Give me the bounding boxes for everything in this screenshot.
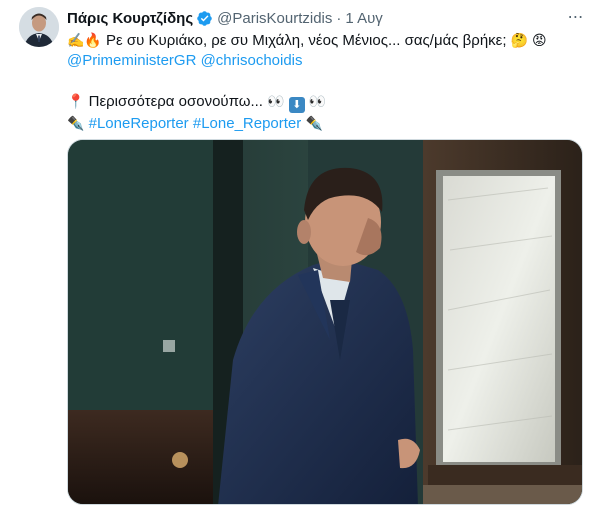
tweet-line-more: 📍 Περισσότερα οσονούπω... 👀 ⬇ 👀 xyxy=(67,91,597,113)
mention-primeminister[interactable]: @PrimeministerGR xyxy=(67,52,196,69)
tweet-line-mentions: @PrimeministerGR @chrisochoidis xyxy=(67,51,597,71)
eyes-emoji-1: 👀 xyxy=(267,93,285,109)
tweet-text: ✍️🔥 Ρε συ Κυριάκο, ρε συ Μιχάλη, νέος Μέ… xyxy=(67,30,597,134)
line-spacer xyxy=(67,71,597,91)
more-soon-text: Περισσότερα οσονούπω... xyxy=(88,93,263,110)
tweet-date[interactable]: 1 Αυγ xyxy=(345,10,382,27)
tweet-header: Πάρις Κουρτζίδης @ParisKourtzidis · 1 Αυ… xyxy=(67,8,383,28)
writing-fire-emoji: ✍️🔥 xyxy=(67,32,102,48)
hashtag-lone-reporter[interactable]: #Lone_Reporter xyxy=(193,115,301,132)
verified-badge-icon xyxy=(196,10,213,27)
hashtag-lonereporter[interactable]: #LoneReporter xyxy=(89,115,189,132)
more-options-icon[interactable]: ⋯ xyxy=(565,6,587,28)
tweet-media-photo[interactable] xyxy=(67,139,583,505)
pen-emoji-1: ✒️ xyxy=(67,115,85,131)
tweet[interactable]: Πάρις Κουρτζίδης @ParisKourtzidis · 1 Αυ… xyxy=(0,0,616,511)
separator-dot: · xyxy=(336,9,342,27)
down-arrow-emoji: ⬇ xyxy=(288,97,305,113)
eyes-emoji-2: 👀 xyxy=(308,93,327,109)
tweet-line-1: ✍️🔥 Ρε συ Κυριάκο, ρε συ Μιχάλη, νέος Μέ… xyxy=(67,30,597,51)
avatar-image xyxy=(19,7,59,47)
pen-emoji-2: ✒️ xyxy=(305,115,323,131)
tweet-line-hashtags: ✒️ #LoneReporter #Lone_Reporter ✒️ xyxy=(67,113,597,134)
tweet-text-main: Ρε συ Κυριάκο, ρε συ Μιχάλη, νέος Μένιος… xyxy=(106,32,507,49)
mention-chrisochoidis[interactable]: @chrisochoidis xyxy=(201,52,303,69)
author-name[interactable]: Πάρις Κουρτζίδης xyxy=(67,10,193,27)
thinking-angry-emoji: 🤔 😡 xyxy=(510,32,547,48)
author-handle[interactable]: @ParisKourtzidis xyxy=(217,10,332,27)
pin-emoji: 📍 xyxy=(67,93,85,109)
avatar[interactable] xyxy=(19,7,59,47)
photo-man-at-window xyxy=(68,140,582,504)
